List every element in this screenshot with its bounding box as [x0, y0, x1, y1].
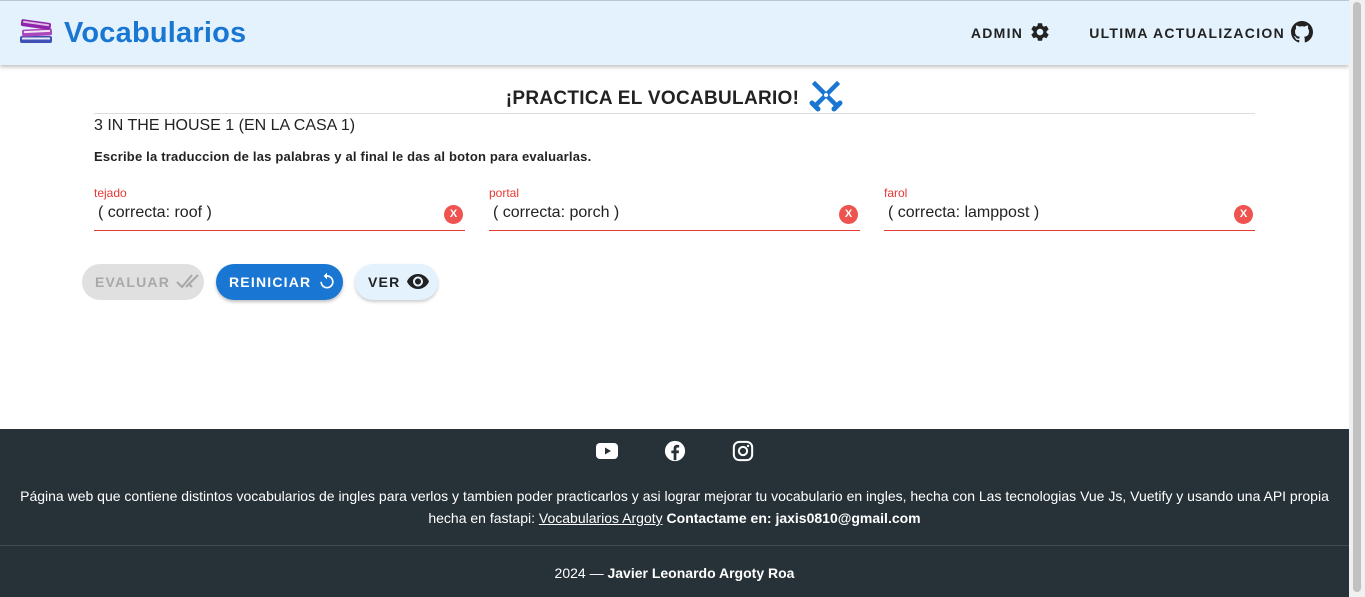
restart-button[interactable]: REINICIAR	[216, 264, 343, 300]
footer-divider	[0, 545, 1349, 546]
field-label: farol	[884, 186, 908, 200]
youtube-icon[interactable]	[573, 439, 641, 463]
instructions-text: Escribe la traduccion de las palabras y …	[94, 149, 592, 164]
restart-icon	[311, 271, 337, 294]
evaluate-button[interactable]: EVALUAR	[82, 264, 204, 300]
admin-label: ADMIN	[970, 25, 1024, 41]
top-nav: ADMIN ULTIMA ACTUALIZACION	[967, 15, 1317, 52]
footer-description: Página web que contiene distintos vocabu…	[10, 485, 1339, 529]
answer-field-1[interactable]: tejado ( correcta: roof ) X	[94, 184, 465, 231]
footer-contact: Contactame en: jaxis0810@gmail.com	[666, 510, 921, 526]
clear-icon[interactable]: X	[444, 205, 463, 224]
copyright: 2024 — Javier Leonardo Argoty Roa	[0, 565, 1349, 581]
social-links	[0, 439, 1349, 463]
field-label: tejado	[94, 186, 127, 200]
scrollbar[interactable]	[1349, 0, 1365, 597]
gear-icon	[1023, 21, 1051, 46]
footer-link[interactable]: Vocabularios Argoty	[539, 510, 663, 526]
github-icon	[1285, 20, 1313, 46]
practice-title: ¡PRACTICA EL VOCABULARIO!	[505, 88, 800, 109]
field-value[interactable]: ( correcta: roof )	[98, 204, 212, 222]
field-label: portal	[489, 186, 520, 200]
brand[interactable]: Vocabularios	[18, 16, 246, 51]
instagram-icon[interactable]	[709, 439, 777, 463]
brand-title: Vocabularios	[64, 16, 247, 49]
facebook-icon[interactable]	[641, 439, 709, 463]
restart-label: REINICIAR	[229, 274, 312, 290]
lesson-title: 3 IN THE HOUSE 1 (EN LA CASA 1)	[94, 117, 356, 134]
field-value[interactable]: ( correcta: lamppost )	[888, 204, 1039, 222]
scrollbar-thumb[interactable]	[1353, 2, 1361, 592]
admin-button[interactable]: ADMIN	[967, 15, 1055, 52]
books-icon	[18, 16, 56, 51]
copyright-year: 2024 —	[554, 565, 604, 581]
double-check-icon	[170, 273, 202, 292]
app-bar: Vocabularios ADMIN ULTIMA ACTUALIZACION	[0, 0, 1349, 65]
view-button[interactable]: VER	[355, 264, 438, 300]
last-update-label: ULTIMA ACTUALIZACION	[1089, 25, 1285, 41]
answer-field-3[interactable]: farol ( correcta: lamppost ) X	[884, 184, 1255, 231]
field-value[interactable]: ( correcta: porch )	[493, 204, 619, 222]
clear-icon[interactable]: X	[1234, 205, 1253, 224]
title-divider	[94, 113, 1255, 114]
page: Vocabularios ADMIN ULTIMA ACTUALIZACION …	[0, 0, 1349, 597]
evaluate-label: EVALUAR	[95, 274, 171, 290]
copyright-author: Javier Leonardo Argoty Roa	[607, 565, 795, 581]
footer: Página web que contiene distintos vocabu…	[0, 429, 1349, 597]
clear-icon[interactable]: X	[839, 205, 858, 224]
view-label: VER	[368, 274, 401, 290]
last-update-button[interactable]: ULTIMA ACTUALIZACION	[1085, 15, 1317, 52]
eye-icon	[400, 272, 430, 293]
answer-field-2[interactable]: portal ( correcta: porch ) X	[489, 184, 860, 231]
